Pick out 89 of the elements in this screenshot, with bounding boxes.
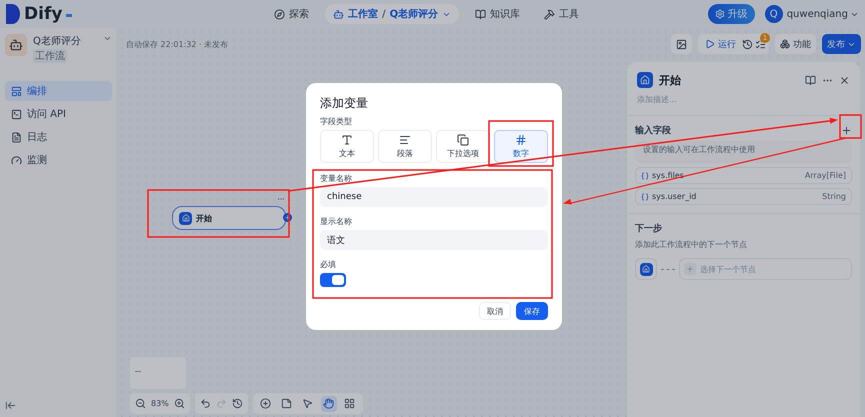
logo-text: Dify <box>24 4 62 24</box>
breadcrumb-separator: / <box>382 8 386 20</box>
home-icon <box>637 72 653 88</box>
features-button[interactable]: 功能 <box>775 34 816 54</box>
type-option[interactable]: 下拉选项 <box>436 130 490 163</box>
sidebar-item[interactable]: 编排 <box>5 81 112 101</box>
type-option[interactable]: 数字 <box>494 130 548 163</box>
gear-icon <box>714 9 725 19</box>
nav-tab[interactable]: 探索 <box>266 4 317 24</box>
logo-mark-icon <box>66 14 72 17</box>
undo-icon[interactable] <box>200 398 211 409</box>
variable-type: Array[File] <box>804 171 846 180</box>
save-button[interactable]: 保存 <box>516 302 548 320</box>
note-icon <box>281 398 292 409</box>
sidebar-item[interactable]: 访问 API <box>5 104 112 124</box>
hand-icon <box>323 398 334 409</box>
nav-tab[interactable]: 知识库 <box>467 4 528 24</box>
section-title: 下一步 <box>635 222 663 235</box>
variable-name: sys.user_id <box>652 192 696 201</box>
image-icon <box>676 38 687 50</box>
history-icon[interactable] <box>742 38 753 50</box>
zoom-in-icon[interactable] <box>174 398 185 409</box>
canvas-tool[interactable] <box>320 396 337 412</box>
input-field[interactable]: 语文 <box>320 230 548 250</box>
grid-icon <box>344 398 356 409</box>
logo-icon <box>6 4 20 24</box>
plus-circle-icon <box>260 398 272 409</box>
gauge-icon <box>11 154 22 166</box>
user-avatar[interactable]: Q <box>764 5 783 23</box>
nav-tab[interactable]: 工具 <box>536 4 588 24</box>
boxes-icon <box>780 39 790 49</box>
history-icon[interactable] <box>232 398 243 409</box>
nav-tab[interactable]: 工作室 / Q老师评分 <box>325 4 460 24</box>
compass-icon <box>274 8 285 20</box>
chevron-down-icon[interactable] <box>103 34 112 43</box>
sidebar-item[interactable]: 监测 <box>5 150 112 170</box>
hash-icon <box>515 134 527 146</box>
layout-icon <box>11 86 22 96</box>
type-option[interactable]: 段落 <box>378 130 432 163</box>
robot-icon <box>333 8 344 20</box>
book-icon <box>475 8 486 20</box>
required-switch[interactable] <box>320 273 346 287</box>
checklist-icon[interactable] <box>755 38 766 50</box>
image-button[interactable] <box>671 34 692 54</box>
add-icon[interactable] <box>841 125 852 136</box>
field-label: 字段类型 <box>320 116 353 127</box>
variable-icon <box>641 172 649 180</box>
autosave-status: 自动保存 22:01:32 · 未发布 <box>126 38 230 50</box>
annotation-box <box>839 114 862 139</box>
field-label: 显示名称 <box>320 216 353 227</box>
sidebar-item[interactable]: 日志 <box>5 127 112 147</box>
terminal-icon <box>11 108 22 120</box>
hammer-icon <box>544 8 556 20</box>
paragraph-icon <box>399 134 411 146</box>
user-menu[interactable]: quwenqiang <box>786 8 859 20</box>
inputs-hint: 设置的输入可在工作流程中使用 <box>635 141 852 163</box>
play-icon <box>705 39 715 49</box>
app-avatar-icon <box>5 34 27 56</box>
publish-button[interactable]: 发布 <box>822 34 861 54</box>
variable-icon <box>641 192 649 200</box>
plus-icon <box>684 263 696 275</box>
start-node[interactable]: 开始 <box>172 206 286 230</box>
dialog-title: 添加变量 <box>320 95 369 112</box>
field-label: 变量名称 <box>320 173 353 184</box>
copy-icon <box>457 134 469 146</box>
run-button[interactable]: 运行 <box>701 38 740 50</box>
input-field[interactable]: chinese <box>320 187 548 207</box>
collapse-icon[interactable] <box>5 400 16 411</box>
home-icon <box>640 262 652 276</box>
cancel-button[interactable]: 取消 <box>479 302 511 320</box>
zoom-out-icon[interactable] <box>135 398 146 409</box>
app-name: Q老师评分 <box>33 34 82 48</box>
home-icon <box>179 212 192 224</box>
app-type-tag: 工作流 <box>33 49 67 63</box>
zoom-level: 83% <box>151 399 169 408</box>
annotation-box <box>488 120 554 167</box>
panel-title: 开始 <box>659 72 682 88</box>
variable-name: sys.files <box>652 171 684 180</box>
upgrade-button[interactable]: 升级 <box>708 4 755 24</box>
pointer-icon <box>302 398 314 409</box>
close-icon[interactable] <box>839 74 850 86</box>
document-icon <box>11 132 22 142</box>
field-label: 必填 <box>320 259 337 270</box>
text-icon <box>341 134 353 146</box>
book-icon[interactable] <box>805 74 816 86</box>
type-option[interactable]: 文本 <box>320 130 374 163</box>
section-description: 添加此工作流程中的下一个节点 <box>635 239 748 250</box>
variable-type: String <box>822 192 846 201</box>
section-title: 输入字段 <box>635 124 671 137</box>
